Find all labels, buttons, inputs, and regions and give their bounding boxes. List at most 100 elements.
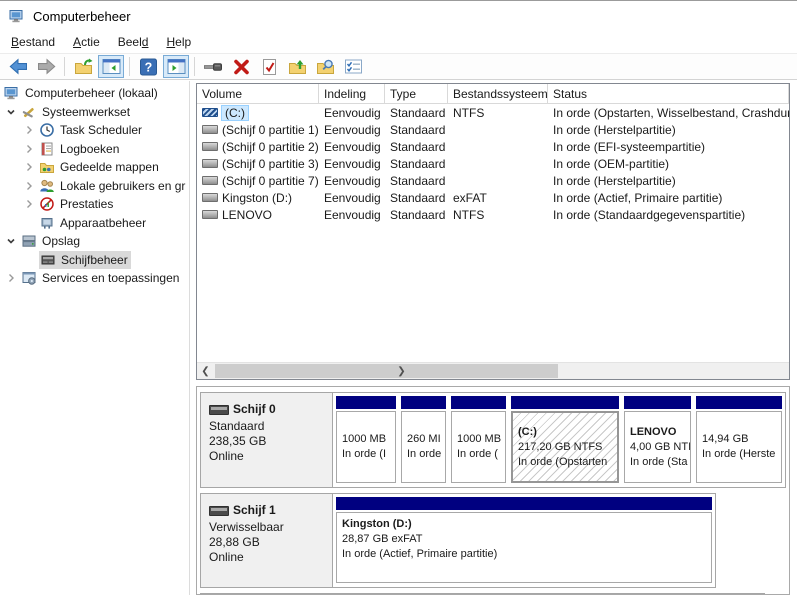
open-folder-button[interactable]	[284, 55, 310, 78]
column-header-bestandssysteem[interactable]: Bestandssysteem	[448, 84, 548, 103]
partition-block-recovery[interactable]: 14,94 GBIn orde (Herste	[695, 395, 783, 485]
back-button[interactable]	[5, 55, 31, 78]
shared-folder-icon	[39, 159, 55, 175]
tree-item-apparaatbeheer[interactable]: Apparaatbeheer	[0, 214, 189, 233]
menu-beeld[interactable]: Beeld	[109, 32, 158, 52]
menu-bestand[interactable]: Bestand	[2, 32, 64, 52]
disk-1-info[interactable]: Schijf 1 Verwisselbaar 28,88 GB Online	[201, 494, 333, 587]
delete-icon	[232, 58, 251, 76]
horizontal-scrollbar[interactable]: ❮ ❯	[197, 362, 789, 379]
chevron-right-icon[interactable]	[24, 144, 34, 154]
menu-help[interactable]: Help	[157, 32, 200, 52]
partition-color-band	[401, 396, 446, 409]
tree-item-logboeken[interactable]: Logboeken	[0, 140, 189, 159]
tree-item-computerbeheer[interactable]: Computerbeheer (lokaal)	[0, 84, 189, 103]
tree-item-prestaties[interactable]: Prestaties	[0, 195, 189, 214]
help-button[interactable]: ?	[135, 55, 161, 78]
logbook-icon	[39, 141, 55, 157]
volume-row-kingston[interactable]: Kingston (D:) Eenvoudig Standaard exFAT …	[197, 189, 789, 206]
chevron-right-icon[interactable]	[6, 273, 16, 283]
up-one-level-button[interactable]	[70, 55, 96, 78]
volume-icon	[202, 176, 218, 185]
up-one-level-icon	[74, 58, 93, 75]
console-tree: Computerbeheer (lokaal) Systeemwerkset T…	[0, 81, 190, 595]
drive-icon	[209, 405, 229, 415]
tree-item-task-scheduler[interactable]: Task Scheduler	[0, 121, 189, 140]
action-pane-button[interactable]	[163, 55, 189, 78]
partition-block-kingston[interactable]: Kingston (D:)28,87 GB exFATIn orde (Acti…	[335, 496, 713, 585]
device-manager-icon	[39, 215, 55, 231]
folder-search-icon	[316, 58, 335, 75]
toolbar-separator	[64, 57, 65, 76]
menu-actie[interactable]: Actie	[64, 32, 109, 52]
explore-folder-button[interactable]	[312, 55, 338, 78]
chevron-down-icon[interactable]	[6, 107, 16, 117]
column-header-volume[interactable]: Volume	[197, 84, 319, 103]
help-icon: ?	[139, 58, 158, 76]
back-icon	[8, 57, 29, 76]
disk-0-partitions: 1000 MBIn orde (I 260 MIIn orde 1000 MBI…	[333, 393, 785, 487]
volume-row-partitie1[interactable]: (Schijf 0 partitie 1) Eenvoudig Standaar…	[197, 121, 789, 138]
forward-icon	[36, 57, 57, 76]
tree-item-systeemwerkset[interactable]: Systeemwerkset	[0, 103, 189, 122]
tree-item-services[interactable]: Services en toepassingen	[0, 269, 189, 288]
volume-icon	[202, 193, 218, 202]
properties-button[interactable]	[340, 55, 366, 78]
disk-management-icon	[40, 252, 56, 268]
tool-icon	[203, 59, 223, 75]
partition-color-band	[336, 497, 712, 510]
column-header-status[interactable]: Status	[548, 84, 789, 103]
tree-item-schijfbeheer[interactable]: Schijfbeheer	[0, 251, 189, 270]
partition-block-1000mb-1[interactable]: 1000 MBIn orde (I	[335, 395, 397, 485]
volume-row-partitie2[interactable]: (Schijf 0 partitie 2) Eenvoudig Standaar…	[197, 138, 789, 155]
toolbar-separator	[129, 57, 130, 76]
volume-row-partitie7[interactable]: (Schijf 0 partitie 7) Eenvoudig Standaar…	[197, 172, 789, 189]
chevron-right-icon[interactable]	[24, 181, 34, 191]
volume-icon	[202, 125, 218, 134]
tree-item-lokale-gebruikers[interactable]: Lokale gebruikers en gr	[0, 177, 189, 196]
forward-button[interactable]	[33, 55, 59, 78]
volume-icon	[202, 142, 218, 151]
performance-icon	[39, 196, 55, 212]
chevron-right-icon[interactable]	[24, 199, 34, 209]
volume-row-partitie3[interactable]: (Schijf 0 partitie 3) Eenvoudig Standaar…	[197, 155, 789, 172]
users-icon	[39, 178, 55, 194]
check-document-button[interactable]	[256, 55, 282, 78]
tree-item-gedeelde-mappen[interactable]: Gedeelde mappen	[0, 158, 189, 177]
chevron-right-icon[interactable]	[24, 162, 34, 172]
action-pane-icon	[167, 58, 186, 75]
disk-0-row: Schijf 0 Standaard 238,35 GB Online 1000…	[200, 392, 786, 488]
volume-icon-selected	[202, 108, 218, 117]
partition-block-260mb[interactable]: 260 MIIn orde	[400, 395, 447, 485]
disk-1-partitions: Kingston (D:)28,87 GB exFATIn orde (Acti…	[333, 494, 715, 587]
partition-color-band	[451, 396, 506, 409]
delete-volume-button[interactable]	[228, 55, 254, 78]
scroll-left-arrow[interactable]: ❮	[197, 363, 214, 379]
volume-row-lenovo[interactable]: LENOVO Eenvoudig Standaard NTFS In orde …	[197, 206, 789, 223]
tree-item-opslag[interactable]: Opslag	[0, 232, 189, 251]
window-title: Computerbeheer	[33, 9, 131, 24]
partition-color-band	[511, 396, 619, 409]
disk-1-size: 28,88 GB	[209, 535, 326, 550]
chevron-right-icon[interactable]	[24, 125, 34, 135]
scroll-right-arrow[interactable]: ❯	[393, 363, 410, 379]
console-tree-button[interactable]	[98, 55, 124, 78]
tool-button[interactable]	[200, 55, 226, 78]
scrollbar-thumb[interactable]	[215, 364, 558, 378]
drive-icon	[209, 506, 229, 516]
disk-0-info[interactable]: Schijf 0 Standaard 238,35 GB Online	[201, 393, 333, 487]
column-header-type[interactable]: Type	[385, 84, 448, 103]
computer-icon	[4, 85, 20, 101]
partition-block-lenovo[interactable]: LENOVO4,00 GB NTIIn orde (Sta	[623, 395, 692, 485]
disk-0-kind: Standaard	[209, 419, 326, 434]
disk-0-state: Online	[209, 449, 326, 464]
folder-up-icon	[288, 58, 307, 75]
computer-icon	[9, 8, 25, 24]
column-header-indeling[interactable]: Indeling	[319, 84, 385, 103]
disk-0-size: 238,35 GB	[209, 434, 326, 449]
chevron-down-icon[interactable]	[6, 236, 16, 246]
disk-graphical-pane: Schijf 0 Standaard 238,35 GB Online 1000…	[196, 386, 790, 595]
partition-block-c[interactable]: (C:)217,20 GB NTFSIn orde (Opstarten	[510, 395, 620, 485]
partition-block-1000mb-2[interactable]: 1000 MBIn orde (	[450, 395, 507, 485]
volume-row-c[interactable]: (C:) Eenvoudig Standaard NTFS In orde (O…	[197, 104, 789, 121]
